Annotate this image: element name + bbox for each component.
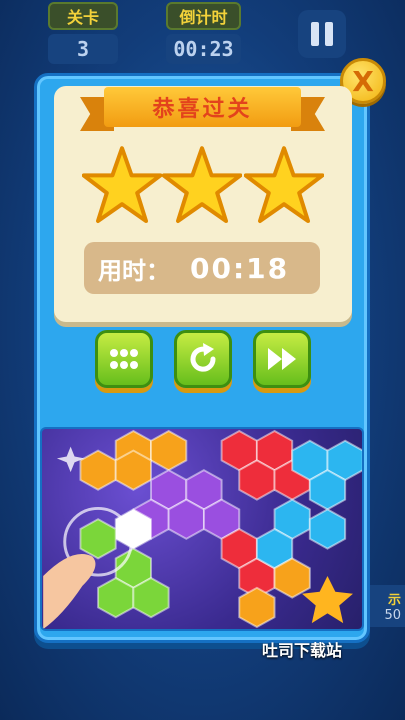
hand-pointer-icon	[43, 554, 96, 629]
pause-icon	[311, 22, 319, 46]
title-ribbon: 恭喜过关	[80, 87, 325, 131]
star-1-icon	[81, 145, 163, 225]
dialog-title: 恭喜过关	[104, 87, 301, 127]
elapsed-time-value: 00:18	[190, 251, 290, 285]
timer-label: 倒计时	[166, 2, 241, 30]
replay-icon	[190, 343, 216, 372]
hint-value: 50	[384, 608, 401, 623]
game-preview-banner[interactable]	[40, 427, 364, 631]
level-label: 关卡	[48, 2, 118, 30]
close-icon: X	[352, 64, 374, 98]
fast-forward-icon	[268, 348, 296, 370]
replay-button[interactable]	[174, 330, 232, 388]
grid-menu-icon	[110, 349, 138, 369]
next-level-button[interactable]	[253, 330, 311, 388]
watermark-text: 吐司下载站	[262, 641, 343, 660]
pause-button[interactable]	[298, 10, 346, 58]
timer-value: 00:23	[166, 34, 241, 64]
star-2-icon	[161, 145, 243, 225]
elapsed-time-label: 用时：	[98, 256, 170, 285]
elapsed-time-box: 用时： 00:18	[84, 242, 320, 294]
level-menu-button[interactable]	[95, 330, 153, 388]
hint-label: 示	[387, 593, 401, 608]
level-value: 3	[48, 34, 118, 64]
star-3-icon	[243, 145, 325, 225]
